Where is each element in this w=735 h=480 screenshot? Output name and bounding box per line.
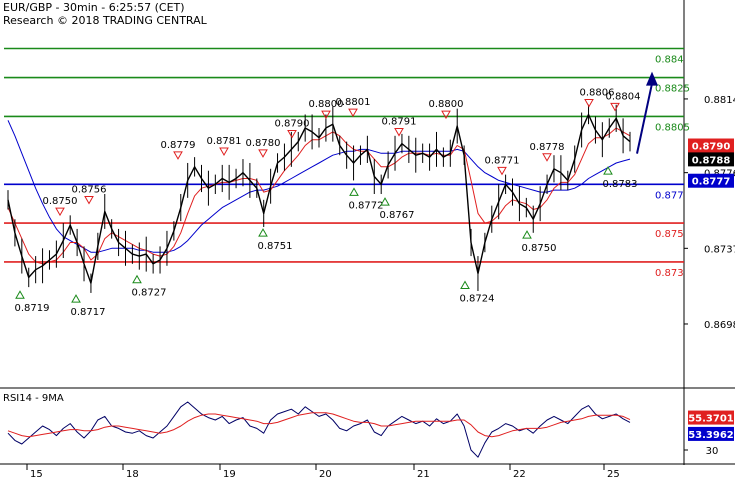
forecast-arrow-head bbox=[646, 71, 658, 86]
rsi-tag-55.3701: 55.3701 bbox=[688, 414, 734, 425]
rsi-tick-30: 30 bbox=[706, 446, 719, 457]
level-label-0.884: 0.884 bbox=[655, 55, 684, 66]
low-label-0.8767: 0.8767 bbox=[380, 210, 415, 221]
high-label-0.8801: 0.8801 bbox=[336, 97, 371, 108]
high-label-0.8778: 0.8778 bbox=[530, 142, 565, 153]
low-label-0.8772: 0.8772 bbox=[349, 200, 384, 211]
high-label-0.8800: 0.8800 bbox=[429, 99, 464, 110]
price-tag-0.8788: 0.8788 bbox=[692, 155, 731, 166]
high-label-0.8780: 0.8780 bbox=[246, 138, 281, 149]
high-label-0.8804: 0.8804 bbox=[606, 91, 641, 102]
level-label-0.873: 0.873 bbox=[655, 268, 684, 279]
chart-title: EUR/GBP - 30min - 6:25:57 (CET) bbox=[3, 1, 185, 14]
copyright-text: Research © 2018 TRADING CENTRAL bbox=[3, 14, 207, 27]
low-label-0.8750: 0.8750 bbox=[522, 243, 557, 254]
rsi-line bbox=[7, 401, 631, 458]
x-tick-25: 25 bbox=[607, 469, 620, 480]
rsi-title: RSI14 - 9MA bbox=[3, 393, 64, 404]
low-marker bbox=[71, 294, 81, 303]
high-label-0.8790: 0.8790 bbox=[275, 119, 310, 130]
high-label-0.8756: 0.8756 bbox=[72, 184, 107, 195]
y-tick-0.8814: 0.8814 bbox=[704, 95, 735, 106]
high-marker bbox=[173, 151, 183, 160]
low-label-0.8717: 0.8717 bbox=[71, 307, 106, 318]
chart-canvas: 0.884 0.8825 0.8805 0.877 0.875 0.873 0.8814 0.… bbox=[0, 0, 735, 480]
y-tick-0.8737: 0.8737 bbox=[704, 244, 735, 255]
low-marker bbox=[15, 290, 25, 299]
x-tick-19: 19 bbox=[223, 469, 236, 480]
level-label-0.877: 0.877 bbox=[655, 190, 684, 201]
high-marker bbox=[219, 147, 229, 156]
x-tick-15: 15 bbox=[30, 469, 43, 480]
low-label-0.8783: 0.8783 bbox=[603, 179, 638, 190]
high-label-0.8781: 0.8781 bbox=[207, 136, 242, 147]
x-tick-21: 21 bbox=[417, 469, 430, 480]
level-label-0.8825: 0.8825 bbox=[655, 84, 690, 95]
price-tag-0.8790: 0.8790 bbox=[692, 142, 731, 153]
low-marker bbox=[349, 187, 359, 196]
high-marker bbox=[497, 166, 507, 176]
x-tick-20: 20 bbox=[319, 469, 332, 480]
y-tick-0.8698: 0.8698 bbox=[704, 320, 735, 331]
high-marker bbox=[287, 130, 297, 139]
high-marker bbox=[610, 102, 620, 112]
high-marker bbox=[84, 195, 94, 205]
low-label-0.8724: 0.8724 bbox=[460, 294, 495, 305]
rsi-tag-53.3962: 53.3962 bbox=[688, 430, 734, 441]
low-marker bbox=[460, 280, 470, 290]
price-tag-0.8777: 0.8777 bbox=[692, 177, 731, 188]
low-marker bbox=[522, 230, 532, 239]
high-label-0.8771: 0.8771 bbox=[485, 155, 520, 166]
high-label-0.8791: 0.8791 bbox=[382, 117, 417, 128]
low-marker bbox=[132, 274, 142, 284]
high-marker bbox=[542, 153, 552, 162]
high-marker bbox=[55, 207, 65, 217]
low-label-0.8719: 0.8719 bbox=[15, 303, 50, 314]
low-label-0.8727: 0.8727 bbox=[132, 288, 167, 299]
high-marker bbox=[348, 108, 358, 118]
x-tick-18: 18 bbox=[126, 469, 139, 480]
chart-stage: 0.884 0.8825 0.8805 0.877 0.875 0.873 0.8814 0.… bbox=[0, 0, 735, 480]
high-marker bbox=[258, 149, 268, 158]
high-label-0.8750: 0.8750 bbox=[43, 196, 78, 207]
x-tick-22: 22 bbox=[513, 469, 526, 480]
high-label-0.8779: 0.8779 bbox=[161, 140, 196, 151]
level-label-0.875: 0.875 bbox=[655, 229, 684, 240]
low-label-0.8751: 0.8751 bbox=[258, 241, 293, 252]
low-marker bbox=[603, 166, 613, 175]
level-label-0.8805: 0.8805 bbox=[655, 122, 690, 133]
low-marker bbox=[258, 228, 268, 237]
